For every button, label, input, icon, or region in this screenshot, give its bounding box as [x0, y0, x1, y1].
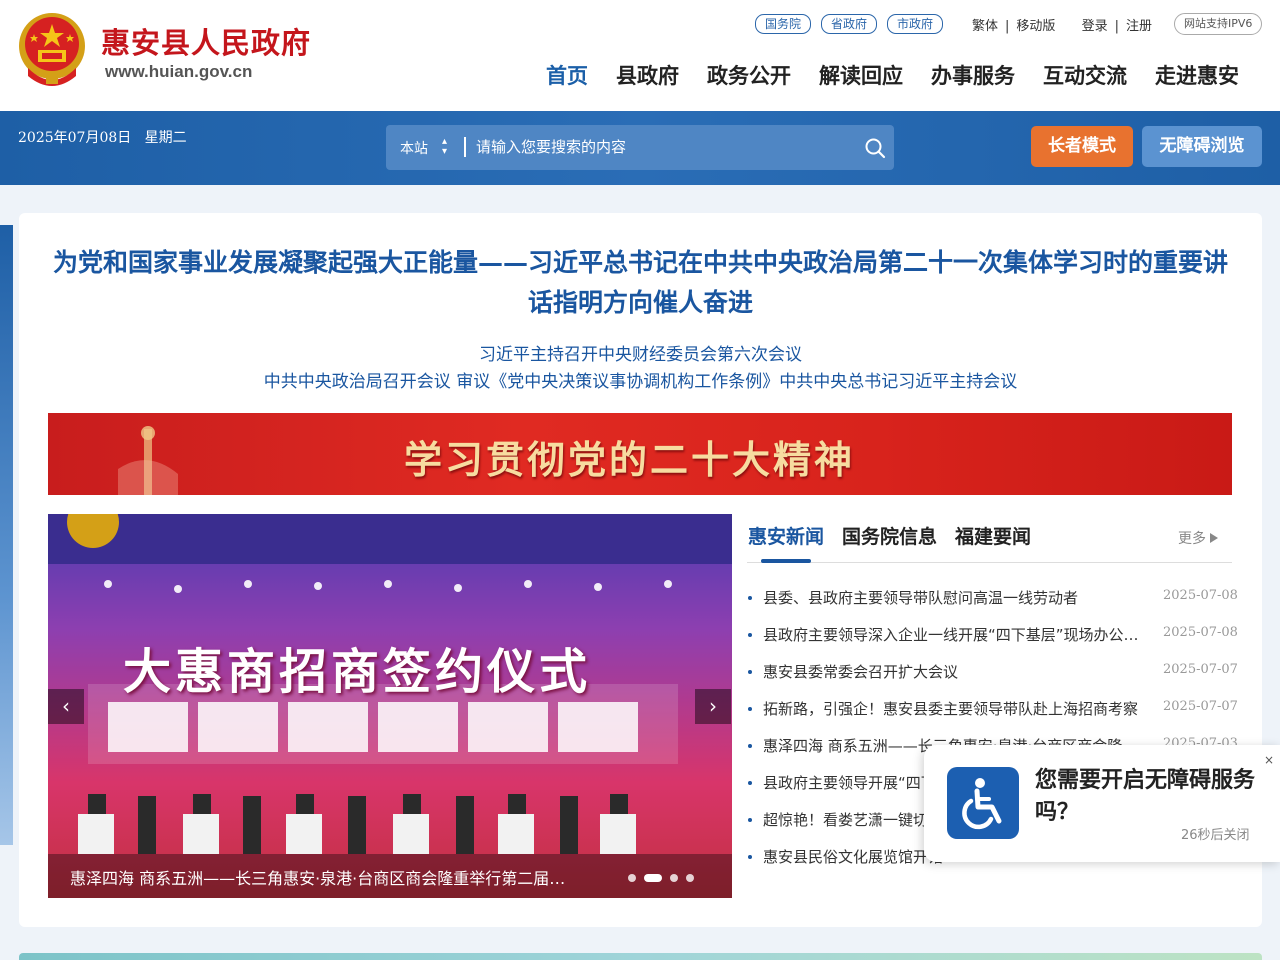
caret-right-icon — [1210, 533, 1218, 543]
popup-timer: 26秒后关闭 — [1181, 828, 1250, 843]
bottom-decoration — [19, 953, 1262, 960]
slider-next-button[interactable]: › — [695, 689, 731, 724]
news-title[interactable]: 惠安县委常委会召开扩大会议 — [763, 661, 1143, 682]
divider — [464, 137, 466, 157]
mobile-version-link[interactable]: 移动版 — [1016, 15, 1055, 34]
search-icon[interactable] — [864, 137, 886, 159]
headline-link[interactable]: 为党和国家事业发展凝聚起强大正能量——习近平总书记在中共中央政治局第二十一次集体… — [48, 243, 1233, 323]
sort-arrows-icon[interactable]: ▴ ▾ — [442, 137, 447, 157]
wheelchair-icon[interactable] — [947, 767, 1019, 839]
utility-links: 繁体 | 移动版 登录 | 注册 — [972, 15, 1152, 34]
bullet-icon — [748, 633, 752, 637]
news-title[interactable]: 县委、县政府主要领导带队慰问高温一线劳动者 — [763, 587, 1143, 608]
slide-heading: 大惠商招商签约仪式 — [123, 644, 592, 700]
tab-fujian-news[interactable]: 福建要闻 — [955, 522, 1031, 549]
news-title[interactable]: 拓新路，引强企！惠安县委主要领导带队赴上海招商考察 — [763, 698, 1143, 719]
bullet-icon — [748, 670, 752, 674]
divider: | — [1005, 19, 1010, 34]
accessible-browse-button[interactable]: 无障碍浏览 — [1142, 126, 1262, 167]
site-name[interactable]: 惠安县人民政府 — [101, 20, 311, 62]
bullet-icon — [748, 818, 752, 822]
list-item[interactable]: 拓新路，引强企！惠安县委主要领导带队赴上海招商考察 2025-07-07 — [748, 698, 1238, 735]
bullet-icon — [748, 744, 752, 748]
side-decoration — [0, 225, 13, 845]
popup-message: 您需要开启无障碍服务吗？ — [1035, 768, 1256, 825]
slide-image[interactable] — [48, 514, 732, 898]
list-item[interactable]: 县政府主要领导深入企业一线开展“四下基层”现场办公… 2025-07-08 — [748, 624, 1238, 661]
elder-mode-button[interactable]: 长者模式 — [1031, 126, 1133, 167]
national-emblem-icon[interactable] — [18, 12, 86, 86]
gov-links: 国务院 省政府 市政府 — [755, 14, 944, 34]
slider-dot-active[interactable] — [644, 874, 662, 882]
gov-link-city[interactable]: 市政府 — [887, 14, 944, 34]
news-date: 2025-07-07 — [1163, 699, 1238, 714]
accessibility-popup: 您需要开启无障碍服务吗？ 26秒后关闭 × — [924, 745, 1280, 862]
news-date: 2025-07-08 — [1163, 625, 1238, 640]
slide-caption[interactable]: 惠泽四海 商系五洲——长三角惠安·泉港·台商区商会隆重举行第二届… — [70, 865, 600, 889]
divider: | — [1114, 19, 1119, 34]
site-url: www.huian.gov.cn — [105, 62, 253, 81]
date-display: 2025年07月08日 星期二 — [18, 130, 187, 146]
register-link[interactable]: 注册 — [1126, 15, 1152, 34]
nav-interpretation[interactable]: 解读回应 — [819, 60, 903, 90]
slider-dot[interactable] — [670, 874, 678, 882]
nav-county-government[interactable]: 县政府 — [616, 60, 679, 90]
site-header: 惠安县人民政府 www.huian.gov.cn 国务院 省政府 市政府 繁体 |… — [0, 0, 1280, 111]
nav-services[interactable]: 办事服务 — [931, 60, 1015, 90]
slider-dot[interactable] — [628, 874, 636, 882]
nav-interaction[interactable]: 互动交流 — [1043, 60, 1127, 90]
news-tabs: 惠安新闻 国务院信息 福建要闻 — [748, 522, 1049, 549]
ipv6-badge: 网站支持IPV6 — [1174, 13, 1263, 35]
nav-home[interactable]: 首页 — [546, 60, 588, 90]
main-nav: 首页 县政府 政务公开 解读回应 办事服务 互动交流 走进惠安 — [546, 60, 1239, 90]
close-icon[interactable]: × — [1264, 753, 1274, 767]
tab-huian-news[interactable]: 惠安新闻 — [748, 522, 824, 549]
banner-text: 学习贯彻党的二十大精神 — [404, 437, 856, 482]
more-link[interactable]: 更多 — [1178, 528, 1218, 548]
search-scope-select[interactable]: 本站 — [400, 138, 428, 158]
tab-divider — [747, 562, 1232, 563]
list-item[interactable]: 县委、县政府主要领导带队慰问高温一线劳动者 2025-07-08 — [748, 587, 1238, 624]
gov-link-province[interactable]: 省政府 — [821, 14, 878, 34]
news-date: 2025-07-08 — [1163, 588, 1238, 603]
bullet-icon — [748, 855, 752, 859]
gov-link-state-council[interactable]: 国务院 — [755, 14, 812, 34]
theme-banner[interactable]: 学习贯彻党的二十大精神 — [48, 413, 1232, 495]
news-slider[interactable]: 大惠商招商签约仪式 惠泽四海 商系五洲——长三角惠安·泉港·台商区商会隆重举行第… — [48, 514, 732, 898]
news-title[interactable]: 县政府主要领导深入企业一线开展“四下基层”现场办公… — [763, 624, 1143, 645]
bullet-icon — [748, 596, 752, 600]
list-item[interactable]: 惠安县委常委会召开扩大会议 2025-07-07 — [748, 661, 1238, 698]
nav-government-affairs[interactable]: 政务公开 — [707, 60, 791, 90]
login-link[interactable]: 登录 — [1082, 15, 1108, 34]
slider-dot[interactable] — [686, 874, 694, 882]
tower-icon — [118, 426, 178, 495]
toolbar: 2025年07月08日 星期二 本站 ▴▾ 长者模式 无障碍浏览 — [0, 111, 1280, 185]
sub-headline-link[interactable]: 中共中央政治局召开会议 审议《党中央决策议事协调机构工作条例》中共中央总书记习近… — [48, 367, 1233, 392]
tab-state-council-info[interactable]: 国务院信息 — [842, 522, 937, 549]
active-tab-indicator — [761, 559, 811, 563]
nav-about-huian[interactable]: 走进惠安 — [1155, 60, 1239, 90]
search-input[interactable] — [476, 133, 846, 161]
search-box: 本站 ▴ ▾ — [386, 125, 894, 170]
bullet-icon — [748, 781, 752, 785]
news-date: 2025-07-07 — [1163, 662, 1238, 677]
traditional-chinese-link[interactable]: 繁体 — [972, 15, 998, 34]
slider-dots — [628, 874, 694, 882]
slider-prev-button[interactable]: ‹ — [48, 689, 84, 724]
bullet-icon — [748, 707, 752, 711]
sub-headline-link[interactable]: 习近平主持召开中央财经委员会第六次会议 — [48, 340, 1233, 365]
